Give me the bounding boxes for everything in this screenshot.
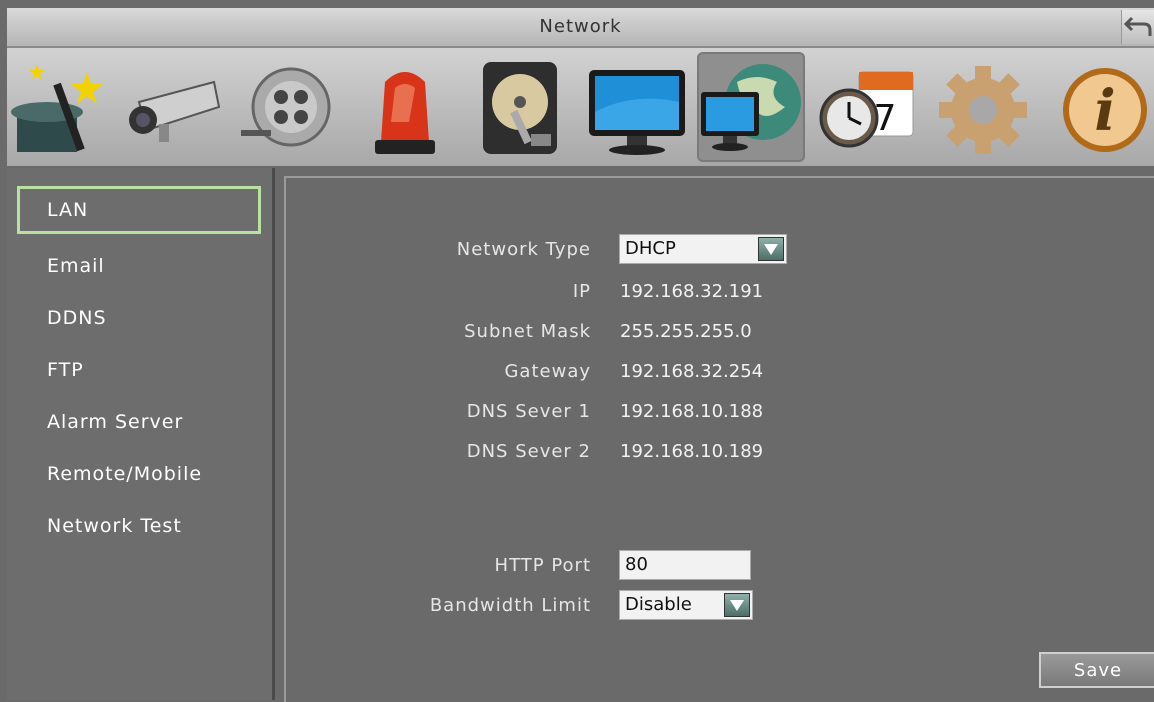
ip-value: 192.168.32.191 xyxy=(620,281,764,302)
http-port-row: HTTP Port 80 xyxy=(286,550,1146,582)
sidebar-item-alarm-server[interactable]: Alarm Server xyxy=(17,398,261,446)
dns2-label: DNS Sever 2 xyxy=(466,441,591,462)
title-bar: Network xyxy=(7,8,1154,48)
sidebar-item-ftp[interactable]: FTP xyxy=(17,346,261,394)
display-icon[interactable] xyxy=(583,52,691,162)
schedule-icon[interactable]: 7 xyxy=(813,52,921,162)
bandwidth-label: Bandwidth Limit xyxy=(429,595,591,616)
lan-settings-panel: Network Type DHCP IP 192.168.32.191 Subn… xyxy=(284,176,1154,702)
sidebar-item-network-test[interactable]: Network Test xyxy=(17,502,261,550)
network-type-row: Network Type DHCP xyxy=(286,234,1146,266)
subnet-row: Subnet Mask 255.255.255.0 xyxy=(286,316,1146,348)
window-title: Network xyxy=(539,16,622,37)
network-type-label: Network Type xyxy=(456,239,591,260)
alarm-icon[interactable] xyxy=(351,52,459,162)
sidebar: LAN Email DDNS FTP Alarm Server Remote/M… xyxy=(7,168,275,700)
chevron-down-icon[interactable] xyxy=(758,237,784,261)
network-icon[interactable] xyxy=(697,52,805,162)
network-type-value: DHCP xyxy=(625,238,676,259)
wizard-icon[interactable] xyxy=(7,52,115,162)
info-icon[interactable]: i xyxy=(1043,52,1151,162)
dns1-label: DNS Sever 1 xyxy=(466,401,591,422)
sidebar-item-ddns[interactable]: DDNS xyxy=(17,294,261,342)
back-icon[interactable] xyxy=(1121,10,1154,44)
dns2-row: DNS Sever 2 192.168.10.189 xyxy=(286,436,1146,468)
bandwidth-row: Bandwidth Limit Disable xyxy=(286,590,1146,622)
bandwidth-dropdown[interactable]: Disable xyxy=(619,590,753,620)
svg-text:i: i xyxy=(1094,78,1115,144)
http-port-label: HTTP Port xyxy=(494,555,591,576)
main-toolbar: 7 i xyxy=(7,48,1154,166)
camera-icon[interactable] xyxy=(119,52,227,162)
bandwidth-value: Disable xyxy=(625,594,692,615)
ip-label: IP xyxy=(572,281,591,302)
dns1-value: 192.168.10.188 xyxy=(620,401,764,422)
chevron-down-icon[interactable] xyxy=(724,593,750,617)
gateway-row: Gateway 192.168.32.254 xyxy=(286,356,1146,388)
dns1-row: DNS Sever 1 192.168.10.188 xyxy=(286,396,1146,428)
network-type-dropdown[interactable]: DHCP xyxy=(619,234,787,264)
sidebar-item-remote-mobile[interactable]: Remote/Mobile xyxy=(17,450,261,498)
sidebar-item-lan[interactable]: LAN xyxy=(17,186,261,234)
disk-icon[interactable] xyxy=(467,52,575,162)
gateway-value: 192.168.32.254 xyxy=(620,361,764,382)
subnet-value: 255.255.255.0 xyxy=(620,321,752,342)
ip-row: IP 192.168.32.191 xyxy=(286,276,1146,308)
sidebar-item-email[interactable]: Email xyxy=(17,242,261,290)
subnet-label: Subnet Mask xyxy=(464,321,591,342)
gateway-label: Gateway xyxy=(504,361,591,382)
save-button[interactable]: Save xyxy=(1039,652,1154,688)
system-icon[interactable] xyxy=(929,52,1037,162)
http-port-input[interactable]: 80 xyxy=(619,550,751,580)
record-icon[interactable] xyxy=(235,52,343,162)
dns2-value: 192.168.10.189 xyxy=(620,441,764,462)
